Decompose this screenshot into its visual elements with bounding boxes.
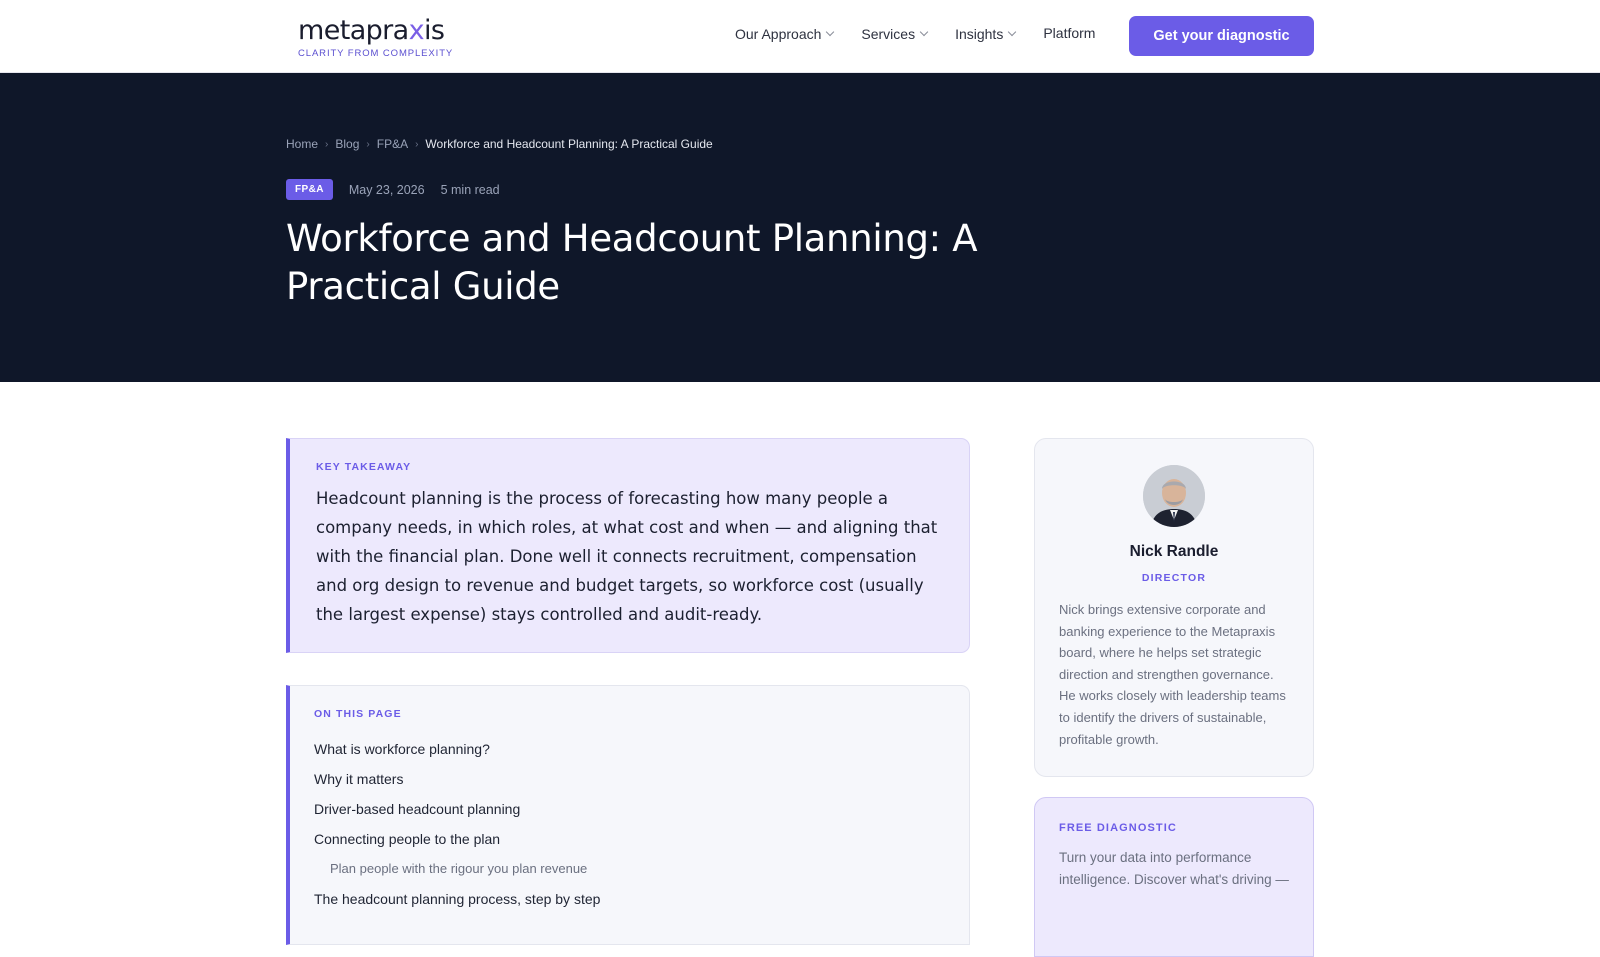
metapraxis-logo[interactable]: metapraxis CLARITY FROM COMPLEXITY xyxy=(298,15,454,60)
publish-date: May 23, 2026 xyxy=(348,182,425,197)
read-time: 5 min read xyxy=(440,182,500,197)
key-takeaway-text: Headcount planning is the process of for… xyxy=(316,489,938,624)
nav-platform[interactable]: Platform xyxy=(1043,25,1095,41)
chevron-down-icon xyxy=(826,27,835,37)
toc-heading: ON THIS PAGE xyxy=(314,708,402,720)
breadcrumb-separator-icon: › xyxy=(415,138,419,150)
page-title: Workforce and Headcount Planning: A Prac… xyxy=(286,217,978,308)
category-badge[interactable]: FP&A xyxy=(286,179,333,200)
key-takeaway-box: KEY TAKEAWAY Headcount planning is the p… xyxy=(286,438,970,653)
author-avatar xyxy=(1143,465,1205,527)
nav-our-approach[interactable]: Our Approach xyxy=(735,26,835,42)
nav-services[interactable]: Services xyxy=(861,26,929,42)
toc-item-driver-based-planning[interactable]: Driver-based headcount planning xyxy=(314,794,945,824)
chevron-down-icon xyxy=(1008,27,1017,37)
author-role: DIRECTOR xyxy=(1141,572,1207,584)
free-diagnostic-text: Turn your data into performance intellig… xyxy=(1059,850,1289,887)
nav-platform-label: Platform xyxy=(1043,25,1096,41)
toc-item-process-step-by-step[interactable]: The headcount planning process, step by … xyxy=(314,884,945,914)
free-diagnostic-card: FREE DIAGNOSTIC Turn your data into perf… xyxy=(1034,797,1314,957)
toc-item-what-is-workforce-planning[interactable]: What is workforce planning? xyxy=(314,734,945,764)
top-navigation: metapraxis CLARITY FROM COMPLEXITY Our A… xyxy=(0,0,1600,73)
nav-services-label: Services xyxy=(861,26,916,42)
author-card: Nick Randle DIRECTOR Nick brings extensi… xyxy=(1034,438,1314,777)
logo-tagline: CLARITY FROM COMPLEXITY xyxy=(298,48,454,59)
breadcrumb-home[interactable]: Home xyxy=(286,137,318,151)
table-of-contents: ON THIS PAGE What is workforce planning?… xyxy=(286,685,970,945)
breadcrumb: Home › Blog › FP&A › Workforce and Headc… xyxy=(286,137,713,151)
main-menu: Our Approach Services Insights Platform xyxy=(735,25,1123,42)
logo-word-x: x xyxy=(408,15,425,46)
breadcrumb-fpa[interactable]: FP&A xyxy=(377,137,408,151)
breadcrumb-current: Workforce and Headcount Planning: A Prac… xyxy=(425,137,713,151)
author-portrait-icon xyxy=(1143,465,1205,527)
breadcrumb-blog[interactable]: Blog xyxy=(335,137,359,151)
chevron-down-icon xyxy=(919,27,929,37)
author-name: Nick Randle xyxy=(1129,543,1219,560)
free-diagnostic-label: FREE DIAGNOSTIC xyxy=(1059,822,1177,834)
toc-item-why-it-matters[interactable]: Why it matters xyxy=(314,764,945,794)
nav-insights-label: Insights xyxy=(955,26,1004,42)
breadcrumb-separator-icon: › xyxy=(366,138,370,150)
get-diagnostic-button[interactable]: Get your diagnostic xyxy=(1129,16,1314,56)
nav-our-approach-label: Our Approach xyxy=(735,26,822,42)
logo-word-b: is xyxy=(424,15,445,46)
breadcrumb-separator-icon: › xyxy=(325,138,329,150)
logo-word-a: metapra xyxy=(298,15,409,46)
key-takeaway-label: KEY TAKEAWAY xyxy=(316,461,412,473)
toc-item-connecting-people[interactable]: Connecting people to the plan xyxy=(314,824,945,854)
article-meta: FP&A May 23, 2026 5 min read xyxy=(286,179,500,200)
nav-insights[interactable]: Insights xyxy=(955,26,1017,42)
toc-subitem-plan-people[interactable]: Plan people with the rigour you plan rev… xyxy=(314,854,945,884)
author-bio: Nick brings extensive corporate and bank… xyxy=(1059,602,1286,747)
article-hero: Home › Blog › FP&A › Workforce and Headc… xyxy=(0,73,1600,382)
